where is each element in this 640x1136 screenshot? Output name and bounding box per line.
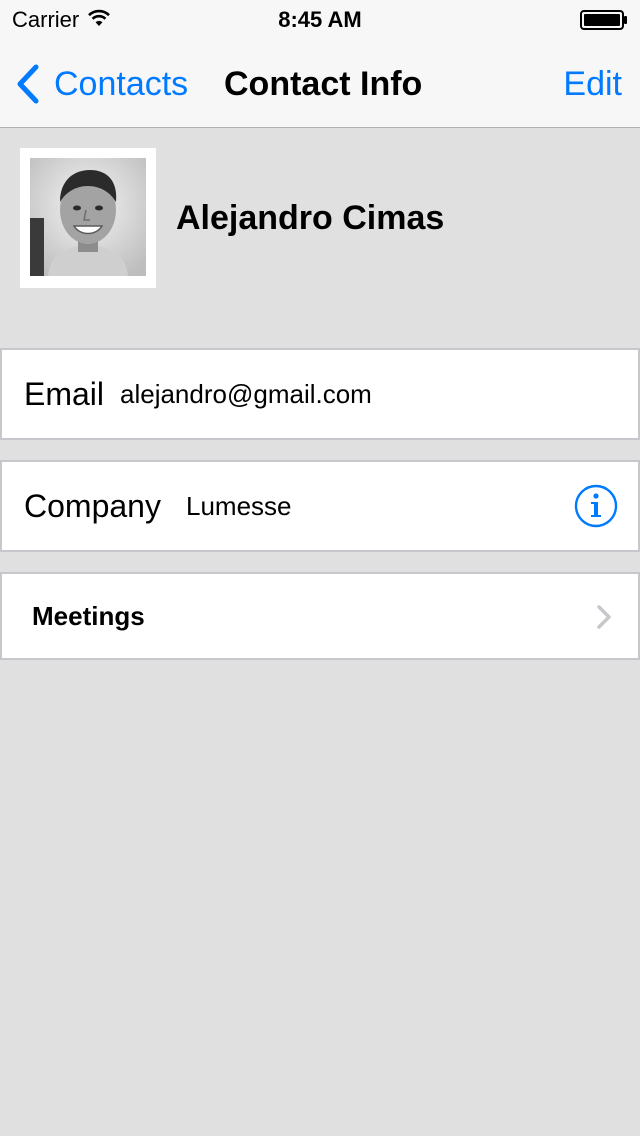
email-value: alejandro@gmail.com [120, 378, 372, 409]
navigation-bar: Contacts Contact Info Edit [0, 40, 640, 128]
meetings-row[interactable]: Meetings [0, 572, 640, 660]
email-label: Email [24, 375, 105, 412]
company-label: Company [24, 487, 161, 524]
meetings-label: Meetings [32, 600, 145, 631]
status-time: 8:45 AM [278, 7, 362, 32]
person-photo [30, 158, 146, 276]
edit-button[interactable]: Edit [563, 62, 622, 106]
status-bar: Carrier 8:45 AM [0, 0, 640, 40]
company-value: Lumesse [186, 490, 292, 521]
info-icon[interactable] [574, 484, 618, 528]
contact-name: Alejandro Cimas [176, 199, 445, 237]
top-bar: Carrier 8:45 AM Contacts Contact Info Ed… [0, 0, 640, 128]
chevron-right-icon [597, 605, 611, 629]
back-button-label: Contacts [54, 64, 189, 103]
chevron-left-icon [17, 64, 39, 104]
avatar [20, 148, 156, 288]
page-title: Contact Info [224, 65, 423, 103]
company-row: Company Lumesse [0, 460, 640, 552]
battery-icon [580, 10, 627, 30]
back-button[interactable]: Contacts [14, 62, 188, 106]
email-row: Email alejandro@gmail.com [0, 348, 640, 440]
